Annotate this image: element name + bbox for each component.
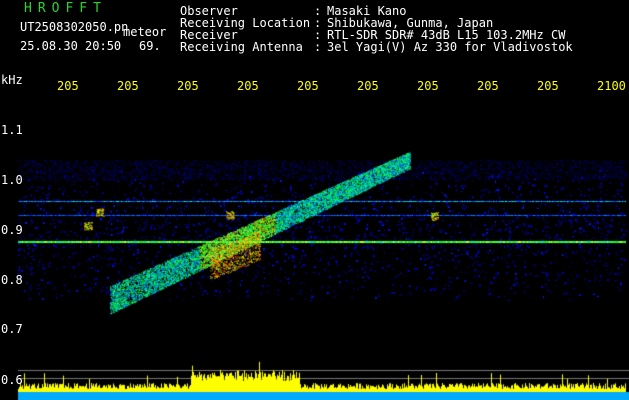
time-label: 205 [417,79,439,93]
time-label: 205 [57,79,79,93]
freq-label: 1.0 [1,173,23,187]
datetime: 25.08.30 20:50 [20,39,122,53]
spectrogram-canvas [0,0,629,400]
time-label: 205 [237,79,259,93]
info-antenna-value: 3el Yagi(V) Az 330 for Vladivostok [327,40,573,54]
time-label: 205 [357,79,379,93]
time-label: 2100 [597,79,626,93]
freq-label: 0.6 [1,373,23,387]
time-label: 205 [297,79,319,93]
app-name: HROFFT [24,1,107,16]
info-antenna-label: Receiving Antenna [180,40,303,54]
axis-unit-label: kHz [1,73,23,87]
freq-label: 1.1 [1,123,23,137]
count: 69. [139,39,161,53]
info-antenna-sep: : [314,40,322,54]
freq-label: 0.9 [1,223,23,237]
time-label: 205 [537,79,559,93]
time-label: 205 [477,79,499,93]
freq-label: 0.8 [1,273,23,287]
time-label: 205 [177,79,199,93]
time-label: 205 [117,79,139,93]
freq-label: 0.7 [1,322,23,336]
tag-label: meteor [123,25,167,39]
filename: UT2508302050.pn [20,20,129,34]
